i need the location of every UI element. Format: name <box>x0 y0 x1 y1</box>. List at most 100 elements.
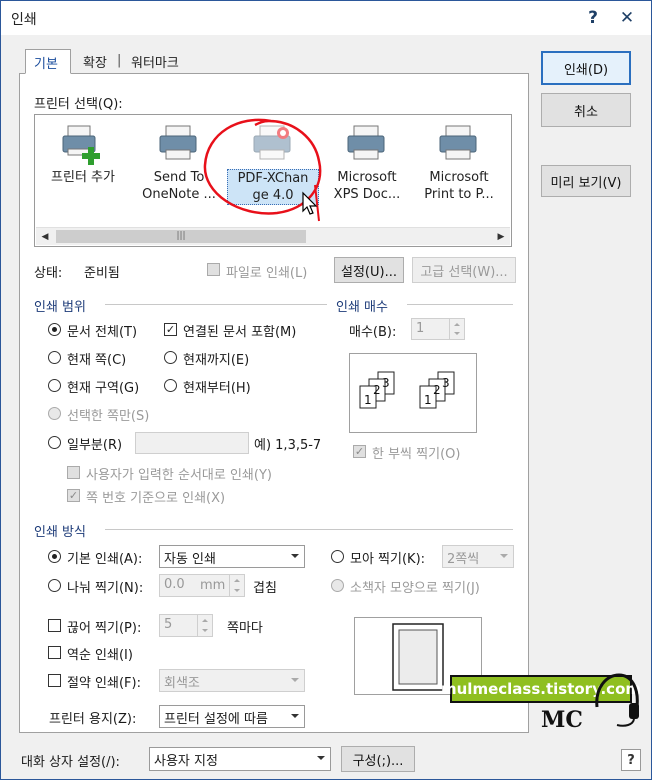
window-title: 인쇄 <box>11 12 37 28</box>
print-to-file-checkbox[interactable] <box>207 263 220 276</box>
divider <box>407 304 513 305</box>
help-icon[interactable]: ? <box>621 749 641 771</box>
saving-print-checkbox[interactable] <box>48 674 61 687</box>
basic-print-select[interactable]: 자동 인쇄 <box>159 545 305 568</box>
break-print-unit: 쪽마다 <box>227 621 263 636</box>
collate-checkbox[interactable]: ✓ <box>353 445 366 458</box>
tab-extended[interactable]: 확장 <box>75 49 115 74</box>
paper-select[interactable]: 프린터 설정에 따름 <box>159 705 305 728</box>
copies-label: 매수(B): <box>349 325 397 340</box>
scroll-thumb[interactable]: ||| <box>56 230 306 243</box>
booklet-label: 소책자 모양으로 찍기(J) <box>350 581 480 596</box>
basic-print-label: 기본 인쇄(A): <box>67 552 143 567</box>
printer-label: Microsoft XPS Doc... <box>333 170 401 202</box>
nup-print-label: 모아 찍기(K): <box>350 552 426 567</box>
page-number-order-checkbox[interactable]: ✓ <box>67 489 80 502</box>
print-dialog: 인쇄 ? ✕ 기본 확장 | 워터마크 인쇄(D) 취소 미리 보기(V) 프린… <box>0 0 652 780</box>
range-current-section-radio[interactable] <box>48 379 61 392</box>
dialog-setting-select[interactable]: 사용자 지정 <box>149 747 331 771</box>
overlap-label: 겹침 <box>253 581 277 596</box>
break-print-input[interactable]: 5 <box>159 614 213 637</box>
break-print-label: 끊어 찍기(P): <box>67 621 142 636</box>
dialog-setting-label: 대화 상자 설정(/): <box>21 755 120 770</box>
booklet-radio[interactable] <box>331 579 344 592</box>
page-num: 3 <box>442 376 450 390</box>
range-all-radio[interactable] <box>48 323 61 336</box>
page-range-example: 예) 1,3,5-7 <box>254 438 322 453</box>
copies-input[interactable]: 1 <box>411 318 465 340</box>
title-bar: 인쇄 ? ✕ <box>1 1 651 35</box>
page-number-order-label: 쪽 번호 기준으로 인쇄(X) <box>86 491 226 506</box>
printer-item-print-to-pdf[interactable]: Microsoft Print to P... <box>413 121 505 227</box>
range-some-pages-label: 일부분(R) <box>67 438 123 453</box>
include-linked-label: 연결된 문서 포함(M) <box>183 325 297 340</box>
printer-icon <box>439 125 477 160</box>
print-range-title: 인쇄 범위 <box>34 300 86 315</box>
page-num: 1 <box>364 393 372 407</box>
range-selected-pages-radio[interactable] <box>48 407 61 420</box>
saving-print-select[interactable]: 회색조 <box>159 669 305 692</box>
reverse-print-checkbox[interactable] <box>48 646 61 659</box>
watermark-logo: MC <box>541 707 583 733</box>
printer-icon <box>347 125 385 160</box>
saving-print-label: 절약 인쇄(F): <box>67 676 141 691</box>
range-up-to-current-radio[interactable] <box>164 351 177 364</box>
range-current-section-label: 현재 구역(G) <box>67 381 140 396</box>
break-print-checkbox[interactable] <box>48 619 61 632</box>
tab-basic[interactable]: 기본 <box>25 49 71 74</box>
range-current-page-label: 현재 쪽(C) <box>67 353 127 368</box>
copies-title: 인쇄 매수 <box>336 300 388 315</box>
page-num: 3 <box>382 376 390 390</box>
range-current-page-radio[interactable] <box>48 351 61 364</box>
printer-label: 프린터 추가 <box>51 170 115 185</box>
tab-watermark[interactable]: 워터마크 <box>123 49 187 74</box>
mouse-cursor-icon <box>302 191 318 215</box>
status-value: 준비됨 <box>84 266 120 281</box>
page-num: 1 <box>424 393 432 407</box>
reverse-print-label: 역순 인쇄(I) <box>67 648 133 663</box>
divider <box>105 304 327 305</box>
split-print-radio[interactable] <box>48 579 61 592</box>
printer-item-add[interactable]: 프린터 추가 <box>37 121 129 227</box>
user-order-checkbox[interactable] <box>67 466 80 479</box>
basic-print-radio[interactable] <box>48 550 61 563</box>
print-to-file-label: 파일로 인쇄(L) <box>226 266 308 281</box>
printer-list-scrollbar[interactable]: ◀ ||| ▶ <box>36 227 510 245</box>
range-some-pages-radio[interactable] <box>48 436 61 449</box>
include-linked-checkbox[interactable]: ✓ <box>164 323 177 336</box>
nup-print-radio[interactable] <box>331 550 344 563</box>
user-order-label: 사용자가 입력한 순서대로 인쇄(Y) <box>86 468 272 483</box>
close-button[interactable]: ✕ <box>613 5 641 31</box>
range-up-to-current-label: 현재까지(E) <box>183 353 250 368</box>
range-all-label: 문서 전체(T) <box>67 325 138 340</box>
printer-icon <box>159 125 197 160</box>
collate-preview: 3 2 1 3 2 1 <box>349 353 477 433</box>
headphones-icon <box>595 673 639 727</box>
split-input[interactable]: 0.0 mm <box>159 574 245 597</box>
print-button[interactable]: 인쇄(D) <box>541 51 631 85</box>
page-range-input[interactable] <box>135 432 249 454</box>
printer-item-xps[interactable]: Microsoft XPS Doc... <box>321 121 413 227</box>
split-print-label: 나눠 찍기(N): <box>67 581 144 596</box>
tab-separator: | <box>117 53 122 68</box>
scroll-right-button[interactable]: ▶ <box>492 228 510 245</box>
range-from-current-radio[interactable] <box>164 379 177 392</box>
advanced-options-button[interactable]: 고급 선택(W)... <box>412 257 516 283</box>
nup-select[interactable]: 2쪽씩 <box>442 545 514 568</box>
page-num: 2 <box>433 383 441 397</box>
configure-button[interactable]: 구성(;)... <box>341 746 415 772</box>
help-button[interactable]: ? <box>579 5 607 31</box>
printer-select-label: 프린터 선택(Q): <box>34 97 123 112</box>
preview-button[interactable]: 미리 보기(V) <box>541 165 631 197</box>
add-printer-icon <box>62 125 100 165</box>
collate-illustration: 3 2 1 3 2 1 <box>359 371 455 409</box>
range-selected-pages-label: 선택한 쪽만(S) <box>67 409 150 424</box>
page-num: 2 <box>373 383 381 397</box>
scroll-left-button[interactable]: ◀ <box>36 228 54 245</box>
collate-label: 한 부씩 찍기(O) <box>372 447 461 462</box>
printer-label: Microsoft Print to P... <box>424 170 494 202</box>
printer-settings-button[interactable]: 설정(U)... <box>334 257 404 283</box>
paper-label: 프린터 용지(Z): <box>49 712 137 727</box>
status-label: 상태: <box>34 266 63 281</box>
cancel-button[interactable]: 취소 <box>541 93 631 127</box>
